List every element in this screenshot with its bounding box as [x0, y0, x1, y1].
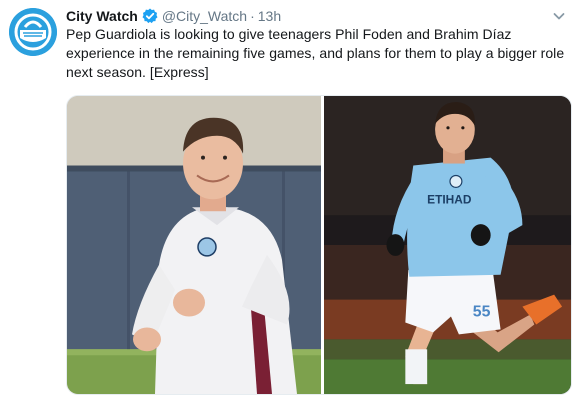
- tweet-text: Pep Guardiola is looking to give teenage…: [66, 26, 565, 80]
- media-grid[interactable]: 55 ETIHAD: [66, 95, 572, 395]
- chevron-down-icon[interactable]: [551, 8, 567, 24]
- avatar[interactable]: [9, 8, 57, 56]
- verified-badge-icon: [142, 8, 158, 24]
- timestamp[interactable]: 13h: [258, 7, 281, 25]
- photo-player-sky-blue-kit-icon: 55 ETIHAD: [324, 96, 571, 394]
- tweet-card[interactable]: City Watch @City_Watch · 13h Pep Guardio…: [0, 0, 577, 400]
- photo-diaz[interactable]: 55 ETIHAD: [324, 96, 571, 394]
- photo-foden[interactable]: [67, 96, 321, 394]
- photo-player-training-icon: [67, 96, 321, 394]
- city-watch-logo-icon: [9, 8, 57, 56]
- svg-text:ETIHAD: ETIHAD: [427, 192, 472, 206]
- user-handle[interactable]: @City_Watch: [162, 7, 247, 25]
- display-name[interactable]: City Watch: [66, 7, 138, 25]
- tweet-header: City Watch @City_Watch · 13h: [66, 7, 281, 25]
- svg-text:55: 55: [473, 304, 491, 321]
- separator-dot: ·: [250, 8, 255, 24]
